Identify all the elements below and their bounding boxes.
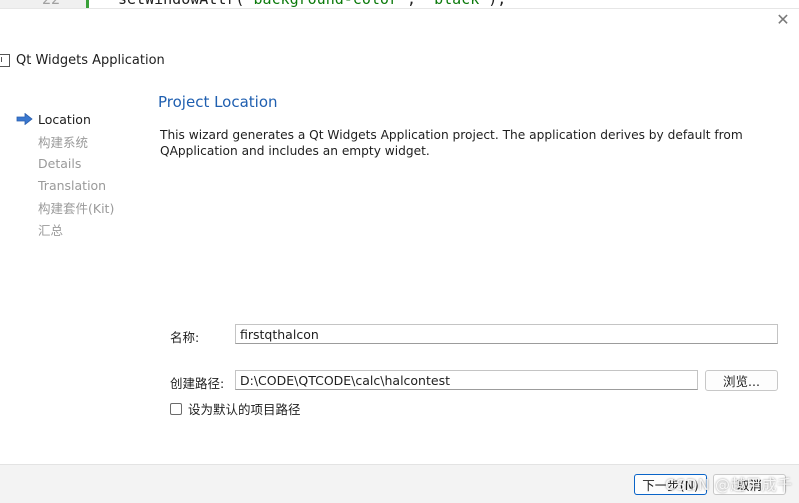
path-input[interactable]: D:\CODE\QTCODE\calc\halcontest [235, 370, 698, 390]
wizard-title: Qt Widgets Application [0, 51, 165, 69]
name-label: 名称: [170, 330, 200, 345]
step-translation: Translation [16, 174, 114, 196]
editor-change-marker [86, 0, 89, 8]
editor-code-line: setWindowAttr("background-color", "black… [118, 0, 506, 8]
step-label: Location [38, 111, 91, 127]
step-label: 汇总 [38, 222, 64, 238]
app-window-icon [0, 53, 10, 67]
default-path-checkbox[interactable] [170, 402, 182, 415]
watermark-text: CSDN @越甲成千 [665, 476, 793, 494]
path-label: 创建路径: [170, 376, 225, 391]
step-label: Translation [38, 177, 107, 193]
wizard-steps: Location 构建系统 Details Translation 构建套件(K… [16, 108, 114, 240]
code-editor-strip: 22 setWindowAttr("background-color", "bl… [0, 0, 799, 9]
default-path-option[interactable]: 设为默认的项目路径 [170, 399, 301, 418]
close-icon[interactable]: ✕ [775, 12, 791, 28]
step-kits: 构建套件(Kit) [16, 196, 114, 218]
step-summary: 汇总 [16, 218, 114, 240]
page-title: Project Location [158, 93, 278, 111]
default-path-label: 设为默认的项目路径 [188, 402, 301, 417]
page-description: This wizard generates a Qt Widgets Appli… [160, 128, 743, 158]
wizard-title-text: Qt Widgets Application [16, 52, 165, 68]
step-label: 构建套件(Kit) [38, 200, 115, 216]
step-label: Details [38, 155, 82, 171]
step-build-system: 构建系统 [16, 130, 114, 152]
step-details: Details [16, 152, 114, 174]
step-label: 构建系统 [38, 134, 89, 150]
current-step-arrow-icon [16, 113, 38, 125]
browse-button[interactable]: 浏览... [705, 370, 778, 391]
step-location: Location [16, 108, 114, 130]
name-input[interactable]: firstqthalcon [235, 324, 778, 344]
editor-line-number: 22 [42, 0, 60, 8]
